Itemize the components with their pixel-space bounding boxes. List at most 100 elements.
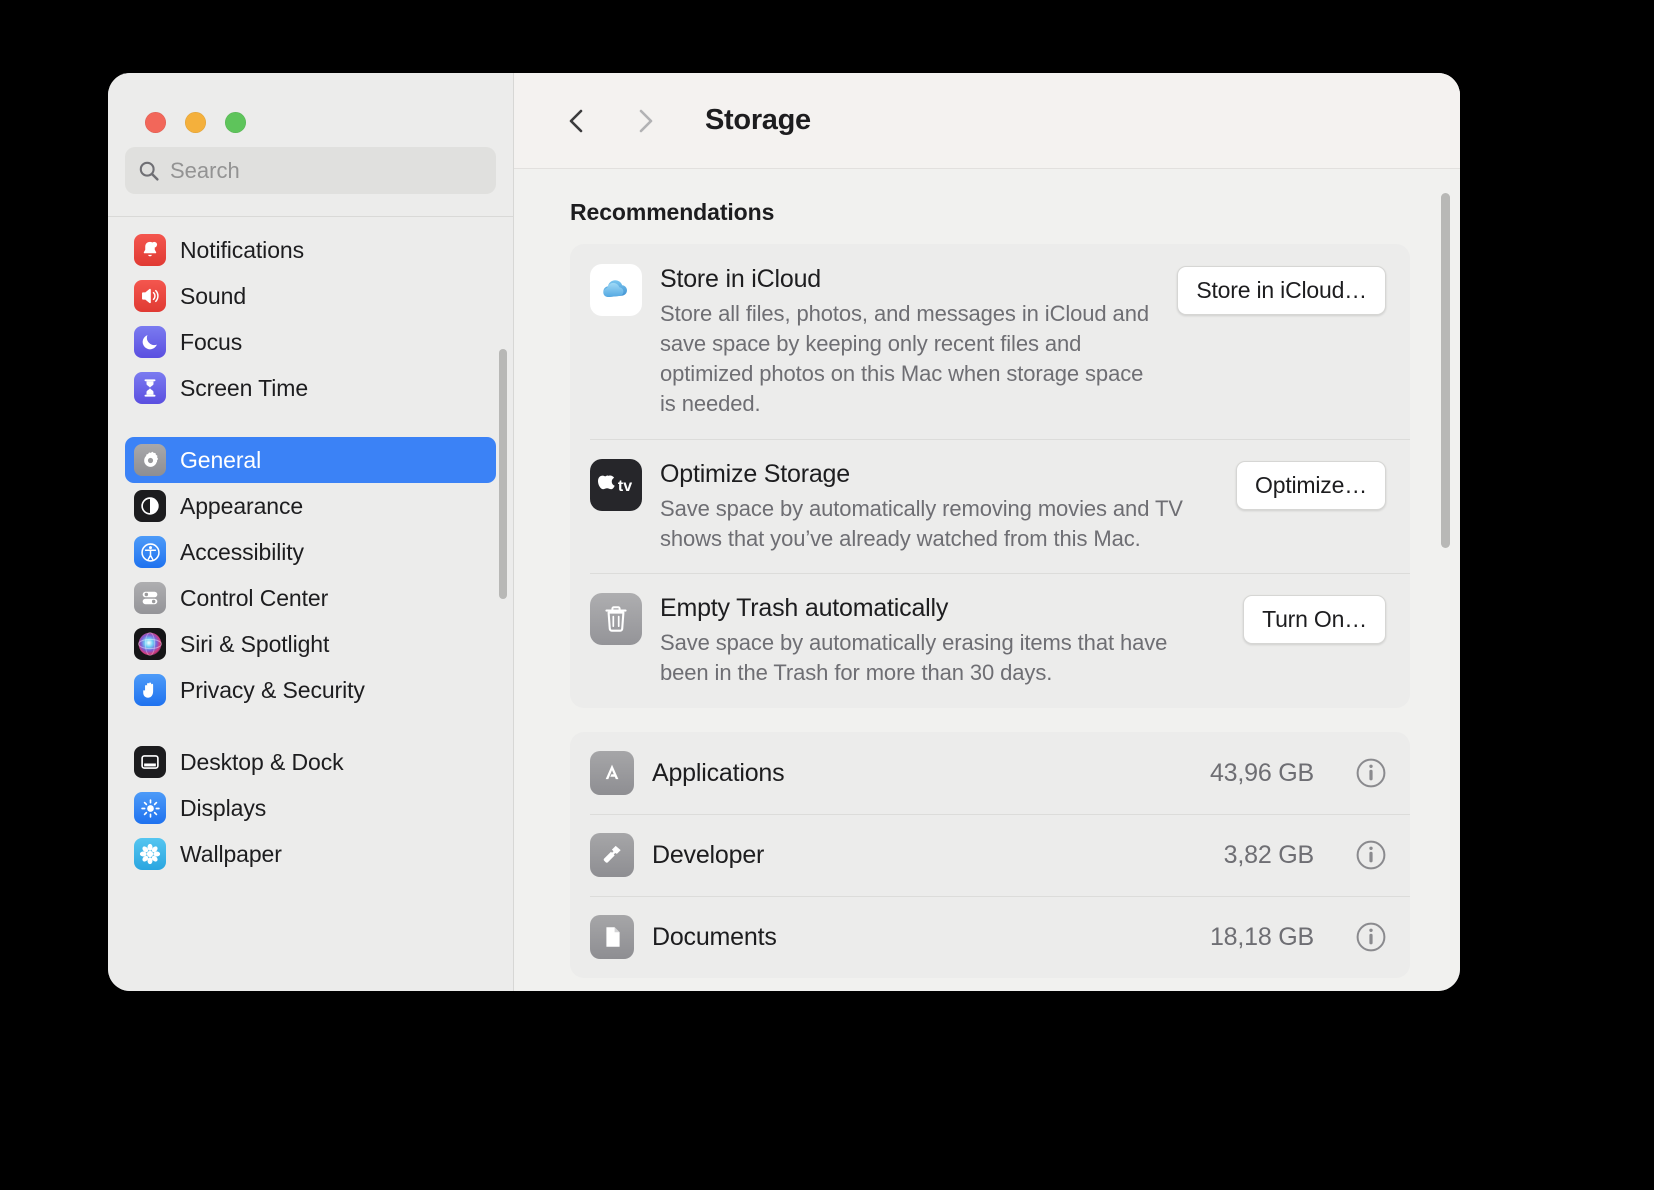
storage-item-size: 3,82 GB [1223,840,1315,869]
sidebar-item-focus[interactable]: Focus [125,319,496,365]
table-row[interactable]: Developer 3,82 GB [570,814,1410,896]
storage-item-name: Applications [652,758,785,787]
sidebar-item-label: General [180,446,262,473]
content-scroll-area: Recommendations Store in iCloud Store al… [514,169,1460,991]
wallpaper-icon [134,838,166,870]
recommendation-description: Save space by automatically erasing item… [660,630,1168,686]
privacy-security-icon [134,674,166,706]
back-button[interactable] [554,98,600,144]
control-center-icon [134,582,166,614]
store-in-icloud-button[interactable]: Store in iCloud… [1177,266,1386,315]
sidebar-item-label: Desktop & Dock [180,748,344,775]
sound-icon [134,280,166,312]
sidebar-item-label: Notifications [180,236,304,263]
info-icon[interactable] [1354,756,1388,790]
minimize-button[interactable] [185,112,206,133]
content-scrollbar[interactable] [1441,193,1450,548]
chevron-left-icon [569,109,583,132]
search-field[interactable] [125,147,496,194]
detail-pane: Storage Recommendations Store in iCloud … [514,73,1460,991]
storage-list-card: Applications 43,96 GB Developer 3,82 GB … [570,732,1410,979]
notifications-icon [134,234,166,266]
info-icon[interactable] [1354,920,1388,954]
developer-hammer-icon [590,833,634,878]
recommendation-description: Store all files, photos, and messages in… [660,301,1149,416]
recommendation-text: Empty Trash automatically Save space by … [660,593,1225,688]
app-store-icon [590,751,634,796]
storage-item-name: Developer [652,840,765,869]
table-row[interactable]: Applications 43,96 GB [570,732,1410,814]
sidebar-item-label: Siri & Spotlight [180,630,330,657]
screen-time-icon [134,372,166,404]
focus-icon [134,326,166,358]
search-container [108,147,513,194]
table-row[interactable]: Documents 18,18 GB [570,896,1410,978]
zoom-button[interactable] [225,112,246,133]
sidebar-item-general[interactable]: General [125,437,496,483]
recommendations-card: Store in iCloud Store all files, photos,… [570,244,1410,709]
sidebar-item-sound[interactable]: Sound [125,273,496,319]
recommendation-row-store-in-icloud: Store in iCloud Store all files, photos,… [570,244,1410,439]
sidebar-scroll-area: Notifications Sound Focus Screen Time Ge… [108,217,513,991]
recommendation-action: Turn On… [1243,593,1386,645]
sidebar-item-notifications[interactable]: Notifications [125,227,496,273]
recommendation-action: Optimize… [1236,459,1386,510]
recommendation-title: Optimize Storage [660,459,850,488]
sidebar-item-screen-time[interactable]: Screen Time [125,365,496,411]
general-gear-icon [134,444,166,476]
svg-text:tv: tv [618,478,632,495]
page-title: Storage [705,104,811,136]
close-button[interactable] [145,112,166,133]
sidebar-scrollbar[interactable] [499,349,507,599]
sidebar-item-label: Sound [180,282,247,309]
forward-button[interactable] [622,98,668,144]
turn-on-button[interactable]: Turn On… [1243,595,1386,645]
system-settings-window: Notifications Sound Fo [108,73,1460,991]
sidebar-item-displays[interactable]: Displays [125,785,496,831]
trash-icon [590,593,642,646]
sidebar-item-label: Control Center [180,584,329,611]
sidebar-item-label: Appearance [180,492,304,519]
sidebar-item-label: Accessibility [180,538,304,565]
recommendations-heading: Recommendations [570,199,775,225]
storage-item-size: 43,96 GB [1209,758,1314,787]
traffic-lights [108,73,513,147]
optimize-button[interactable]: Optimize… [1236,460,1386,510]
search-input[interactable] [170,157,484,184]
storage-item-name: Documents [652,922,777,951]
documents-icon [590,915,634,960]
recommendation-description: Save space by automatically removing mov… [660,495,1183,551]
sidebar-item-wallpaper[interactable]: Wallpaper [125,831,496,877]
sidebar-item-label: Displays [180,794,267,821]
sidebar: Notifications Sound Fo [108,73,514,991]
sidebar-item-desktop-dock[interactable]: Desktop & Dock [125,739,496,785]
sidebar-item-control-center[interactable]: Control Center [125,575,496,621]
sidebar-item-siri-spotlight[interactable]: Siri & Spotlight [125,621,496,667]
storage-item-size: 18,18 GB [1209,922,1314,951]
apple-tv-icon: tv [590,458,642,511]
sidebar-item-appearance[interactable]: Appearance [125,483,496,529]
recommendation-title: Store in iCloud [660,265,821,293]
sidebar-item-label: Wallpaper [180,840,282,867]
recommendation-row-empty-trash: Empty Trash automatically Save space by … [570,573,1410,708]
recommendation-row-optimize-storage: tv Optimize Storage Save space by automa… [570,438,1410,574]
desktop-dock-icon [134,746,166,778]
sidebar-item-privacy-security[interactable]: Privacy & Security [125,667,496,713]
sidebar-item-label: Focus [180,328,243,355]
displays-icon [134,792,166,824]
search-icon [139,161,159,181]
recommendation-title: Empty Trash automatically [660,594,949,623]
accessibility-icon [134,536,166,568]
icloud-icon [590,264,642,316]
sidebar-item-label: Privacy & Security [180,676,365,703]
recommendation-action: Store in iCloud… [1177,264,1386,315]
siri-icon [134,628,166,660]
recommendation-text: Optimize Storage Save space by automatic… [660,459,1218,554]
toolbar: Storage [514,73,1460,169]
appearance-icon [134,490,166,522]
info-icon[interactable] [1354,838,1388,872]
sidebar-item-accessibility[interactable]: Accessibility [125,529,496,575]
sidebar-item-label: Screen Time [180,374,309,401]
